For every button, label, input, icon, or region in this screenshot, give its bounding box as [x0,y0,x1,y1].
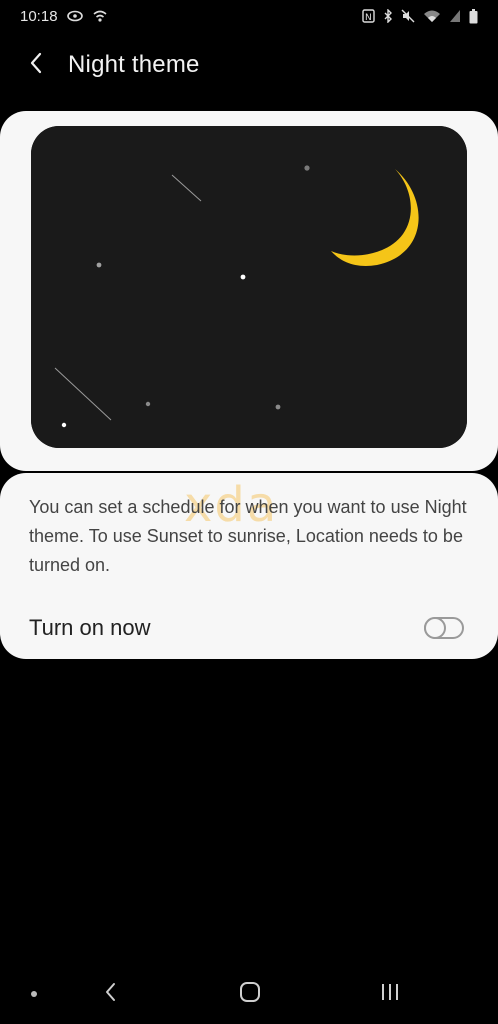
app-header: Night theme [0,40,498,90]
star [61,422,67,428]
mute-icon [401,9,415,23]
battery-icon [469,8,478,24]
description-text: You can set a schedule for when you want… [29,497,467,575]
star [304,165,310,171]
navigation-bar [0,968,498,1020]
status-time: 10:18 [20,7,58,25]
chevron-left-icon [29,52,43,79]
nav-dot-button[interactable] [24,968,44,1020]
turn-on-now-row[interactable]: Turn on now [0,601,498,655]
status-bar: 10:18 N [0,0,498,32]
page-title: Night theme [68,51,200,78]
sync-icon [66,9,84,23]
turn-on-now-label: Turn on now [29,615,151,640]
status-left: 10:18 [20,8,108,25]
info-card: xda You can set a schedule for when you … [0,473,498,659]
star [145,401,151,407]
toggle-knob [424,617,446,639]
svg-text:N: N [365,13,372,23]
nfc-icon: N [362,9,375,23]
wifi-call-icon [92,9,108,23]
night-sky-illustration [31,126,467,448]
back-icon [103,981,117,1008]
star [240,274,246,280]
nav-recents-button[interactable] [370,968,410,1020]
nav-back-button[interactable] [92,968,128,1020]
status-right: N [362,8,478,24]
home-icon [239,981,261,1008]
signal-icon [449,9,461,23]
dot-icon [30,985,38,1003]
illustration-card [0,111,498,471]
turn-on-now-switch[interactable] [424,617,464,639]
back-button[interactable] [12,41,60,89]
wifi-icon [423,9,441,23]
star [275,404,281,410]
nav-home-button[interactable] [230,968,270,1020]
recents-icon [380,982,400,1007]
bluetooth-icon [383,9,393,23]
star [96,262,102,268]
